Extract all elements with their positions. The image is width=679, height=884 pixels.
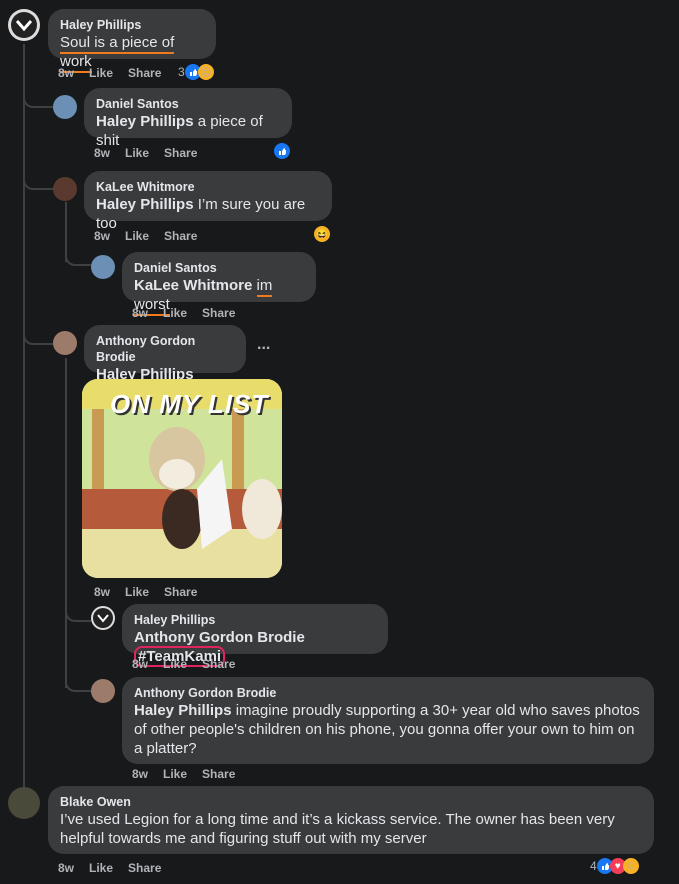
share-button[interactable]: Share [164,229,197,243]
like-button[interactable]: Like [163,767,187,781]
thread-branch [65,602,91,622]
comment-bubble: Anthony Gordon Brodie Haley Phillips [84,325,246,383]
timestamp[interactable]: 8w [94,585,110,599]
comment-text: I’ve used Legion for a long time and it’… [60,811,615,847]
comment-bubble: Anthony Gordon Brodie Haley Phillips ima… [122,677,654,764]
thread-branch [65,246,91,266]
author-name[interactable]: Daniel Santos [134,260,304,276]
like-button[interactable]: Like [89,66,113,80]
share-button[interactable]: Share [202,306,235,320]
sad-reaction-icon: ☹ [197,64,214,80]
avatar[interactable] [53,331,77,355]
thread-branch [23,88,53,108]
timestamp[interactable]: 8w [132,767,148,781]
comment-bubble: Haley Phillips Soul is a piece of work [48,9,216,73]
gif-caption: ON MY LIST [110,389,269,419]
mention-link[interactable]: Haley Phillips [134,702,232,719]
share-button[interactable]: Share [128,861,161,875]
author-name[interactable]: Anthony Gordon Brodie [134,685,642,701]
avatar[interactable] [91,606,115,630]
reaction-summary[interactable]: 4 ♥ ☺ [590,858,639,874]
comment-bubble: KaLee Whitmore Haley Phillips I’m sure y… [84,171,332,232]
like-button[interactable]: Like [89,861,113,875]
thread-line [65,358,67,688]
author-name[interactable]: Blake Owen [60,794,642,810]
timestamp[interactable]: 8w [94,229,110,243]
thread-branch [65,672,91,692]
thread-line [23,44,25,789]
author-name[interactable]: Daniel Santos [96,96,280,112]
timestamp[interactable]: 8w [132,657,148,671]
thread-branch [23,170,53,190]
comment-actions: 8w Like Share [58,861,176,875]
timestamp[interactable]: 8w [58,66,74,80]
author-name[interactable]: KaLee Whitmore [96,179,320,195]
reaction-summary[interactable]: 😆 [314,226,330,242]
comment-bubble: Haley Phillips Anthony Gordon Brodie #Te… [122,604,388,667]
mention-link[interactable]: KaLee Whitmore [134,277,252,294]
like-button[interactable]: Like [125,585,149,599]
author-name[interactable]: Haley Phillips [60,17,204,33]
avatar[interactable] [91,255,115,279]
author-name[interactable]: Haley Phillips [134,612,376,628]
comment-actions: 8w Like Share [58,66,176,80]
comment-actions: 8w Like Share [132,657,250,671]
comment-actions: 8w Like Share [94,585,212,599]
avatar[interactable] [53,95,77,119]
reaction-summary[interactable]: 3 ☹ [178,64,214,80]
share-button[interactable]: Share [202,657,235,671]
comment-bubble: Daniel Santos KaLee Whitmore im worst [122,252,316,316]
mention-link[interactable]: Anthony Gordon Brodie [134,629,305,646]
share-button[interactable]: Share [128,66,161,80]
avatar[interactable] [8,787,40,819]
mention-link[interactable]: Haley Phillips [96,113,194,130]
comment-actions: 8w Like Share [94,229,212,243]
like-reaction-icon [274,143,290,159]
thread-branch [23,325,53,345]
more-options-button[interactable]: ... [257,336,270,354]
share-button[interactable]: Share [164,146,197,160]
like-button[interactable]: Like [125,229,149,243]
author-name[interactable]: Anthony Gordon Brodie [96,333,234,365]
reaction-count: 3 [178,65,185,79]
like-button[interactable]: Like [125,146,149,160]
gif-image[interactable]: ON MY LIST [82,379,282,578]
like-button[interactable]: Like [163,657,187,671]
timestamp[interactable]: 8w [94,146,110,160]
comment-actions: 8w Like Share [132,767,250,781]
share-button[interactable]: Share [164,585,197,599]
reaction-summary[interactable] [274,143,290,159]
comment-bubble: Daniel Santos Haley Phillips a piece of … [84,88,292,149]
comment-actions: 8w Like Share [132,306,250,320]
mention-link[interactable]: Haley Phillips [96,196,194,213]
avatar[interactable] [91,679,115,703]
like-button[interactable]: Like [163,306,187,320]
avatar[interactable] [53,177,77,201]
avatar[interactable] [8,9,40,41]
timestamp[interactable]: 8w [58,861,74,875]
comment-actions: 8w Like Share [94,146,212,160]
care-reaction-icon: ☺ [622,858,639,874]
timestamp[interactable]: 8w [132,306,148,320]
share-button[interactable]: Share [202,767,235,781]
reaction-count: 4 [590,859,597,873]
haha-reaction-icon: 😆 [314,226,330,242]
comment-bubble: Blake Owen I’ve used Legion for a long t… [48,786,654,854]
